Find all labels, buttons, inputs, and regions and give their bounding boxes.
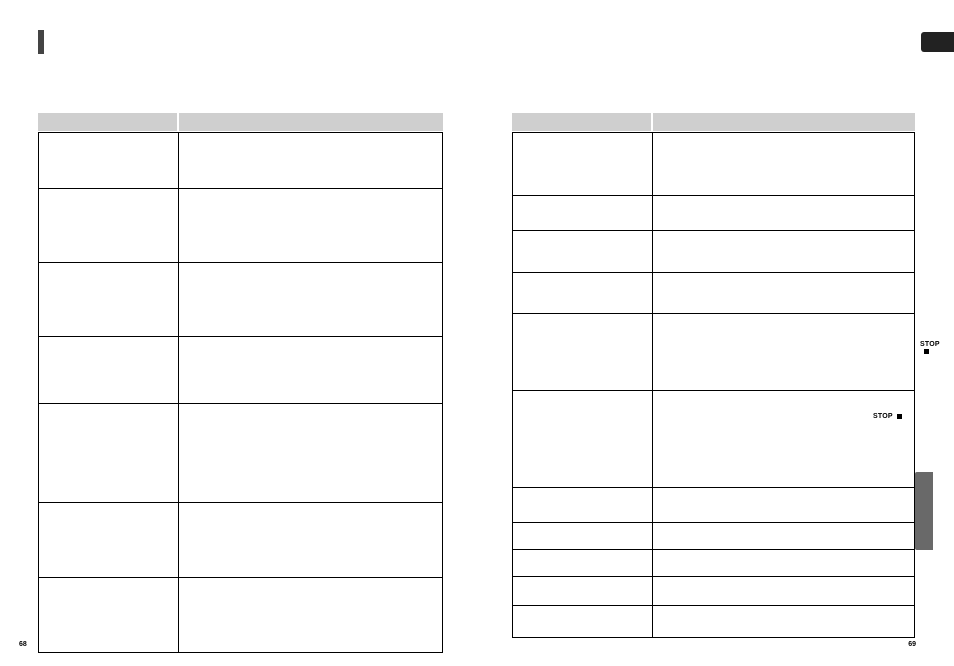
right-col2-cell (653, 523, 915, 550)
right-col2-cell (653, 196, 915, 231)
right-col1-cell (513, 273, 653, 314)
right-col2-cell (653, 606, 915, 638)
table-row (513, 196, 915, 231)
right-col2-cell: STOP (653, 314, 915, 391)
table-row (39, 404, 443, 503)
left-table-header-bar (38, 113, 443, 131)
left-col2-cell (179, 189, 443, 263)
table-row: STOP (513, 391, 915, 488)
table-row (513, 488, 915, 523)
stop-icon (897, 414, 902, 419)
left-col2-cell (179, 578, 443, 653)
stop-icon (924, 349, 929, 354)
right-col1-cell (513, 488, 653, 523)
table-row (513, 273, 915, 314)
right-col2-cell (653, 577, 915, 606)
right-col1-cell (513, 550, 653, 577)
page-number-left: 68 (19, 641, 27, 648)
left-col2-cell (179, 263, 443, 337)
top-left-marker (38, 30, 44, 54)
right-col2-cell (653, 133, 915, 196)
left-col2-cell (179, 337, 443, 404)
table-row (513, 577, 915, 606)
table-row (513, 550, 915, 577)
top-right-marker (921, 32, 954, 52)
right-col1-cell (513, 577, 653, 606)
left-col1-cell (39, 337, 179, 404)
right-col2-cell (653, 550, 915, 577)
left-col1-cell (39, 404, 179, 503)
right-table-header-gap (651, 113, 653, 131)
right-col2-cell: STOP (653, 391, 915, 488)
right-col1-cell (513, 196, 653, 231)
page-number-right: 69 (908, 641, 916, 648)
left-col2-cell (179, 133, 443, 189)
table-row (39, 503, 443, 578)
left-col1-cell (39, 503, 179, 578)
stop-label: STOP (873, 413, 902, 420)
right-col1-cell (513, 606, 653, 638)
right-col1-cell (513, 391, 653, 488)
right-col1-cell (513, 231, 653, 273)
table-row (39, 337, 443, 404)
right-col1-cell (513, 133, 653, 196)
table-row (39, 578, 443, 653)
right-col2-cell (653, 231, 915, 273)
stop-label: STOP (920, 341, 940, 355)
right-table: STOP STOP (512, 132, 915, 638)
table-row (513, 231, 915, 273)
table-row (39, 189, 443, 263)
left-col2-cell (179, 503, 443, 578)
table-row (39, 133, 443, 189)
right-col2-cell (653, 488, 915, 523)
left-col1-cell (39, 189, 179, 263)
left-table (38, 132, 443, 653)
left-table-header-gap (177, 113, 179, 131)
right-table-header-bar (512, 113, 915, 131)
document-spread: 68 69 STOP STOP (0, 0, 954, 666)
table-row (39, 263, 443, 337)
table-row (513, 133, 915, 196)
right-col1-cell (513, 314, 653, 391)
table-row (513, 606, 915, 638)
right-col2-cell (653, 273, 915, 314)
left-col1-cell (39, 578, 179, 653)
left-col2-cell (179, 404, 443, 503)
table-row: STOP (513, 314, 915, 391)
right-col1-cell (513, 523, 653, 550)
table-row (513, 523, 915, 550)
left-col1-cell (39, 263, 179, 337)
left-col1-cell (39, 133, 179, 189)
right-thumb-tab (915, 472, 933, 550)
